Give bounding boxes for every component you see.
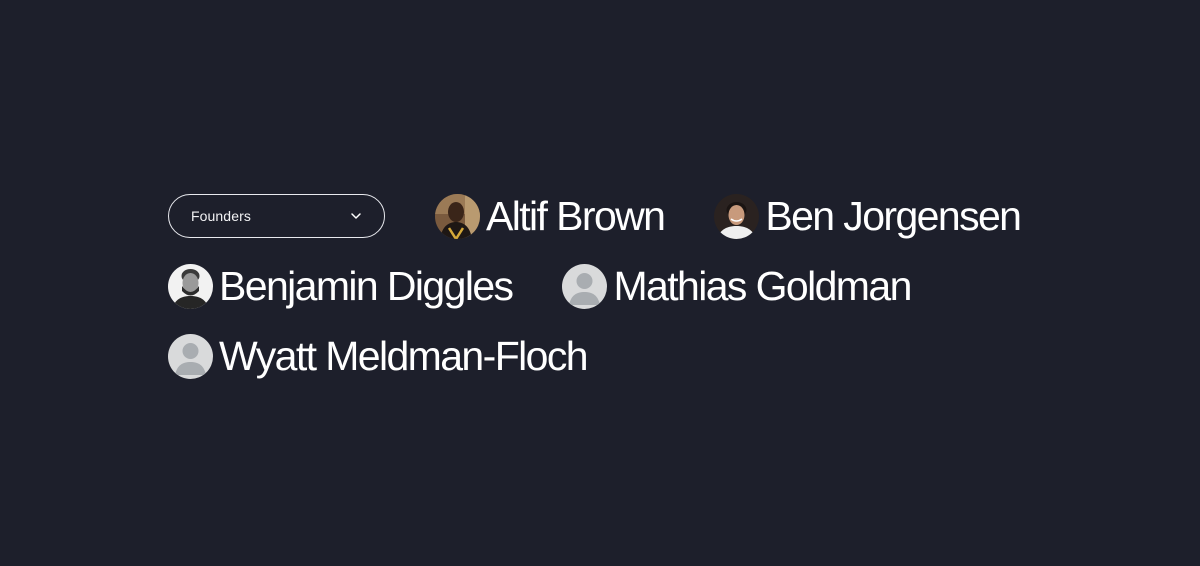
founders-filter-section: Founders Altif Brown Ben Jorgensen Benja… [168,190,1068,382]
avatar-placeholder [168,333,213,379]
person-benjamin-diggles[interactable]: Benjamin Diggles [168,260,514,312]
people-row-3: Wyatt Meldman-Floch [168,330,1068,382]
person-wyatt-meldman-floch[interactable]: Wyatt Meldman-Floch [168,330,589,382]
chevron-down-icon [350,210,362,222]
people-row-1: Founders Altif Brown Ben Jorgensen [168,190,1068,242]
person-name: Ben Jorgensen [765,193,1022,239]
person-name: Mathias Goldman [613,263,912,309]
role-filter-dropdown[interactable]: Founders [168,194,385,238]
role-filter-selected-value: Founders [191,208,251,224]
person-name: Wyatt Meldman-Floch [219,333,589,379]
person-name: Altif Brown [486,193,666,239]
person-mathias-goldman[interactable]: Mathias Goldman [562,260,912,312]
person-altif-brown[interactable]: Altif Brown [435,190,666,242]
people-row-2: Benjamin Diggles Mathias Goldman [168,260,1068,312]
person-name: Benjamin Diggles [219,263,514,309]
avatar [435,193,480,239]
avatar [714,193,760,239]
avatar-placeholder [562,263,608,309]
avatar [168,263,213,309]
person-ben-jorgensen[interactable]: Ben Jorgensen [714,190,1022,242]
